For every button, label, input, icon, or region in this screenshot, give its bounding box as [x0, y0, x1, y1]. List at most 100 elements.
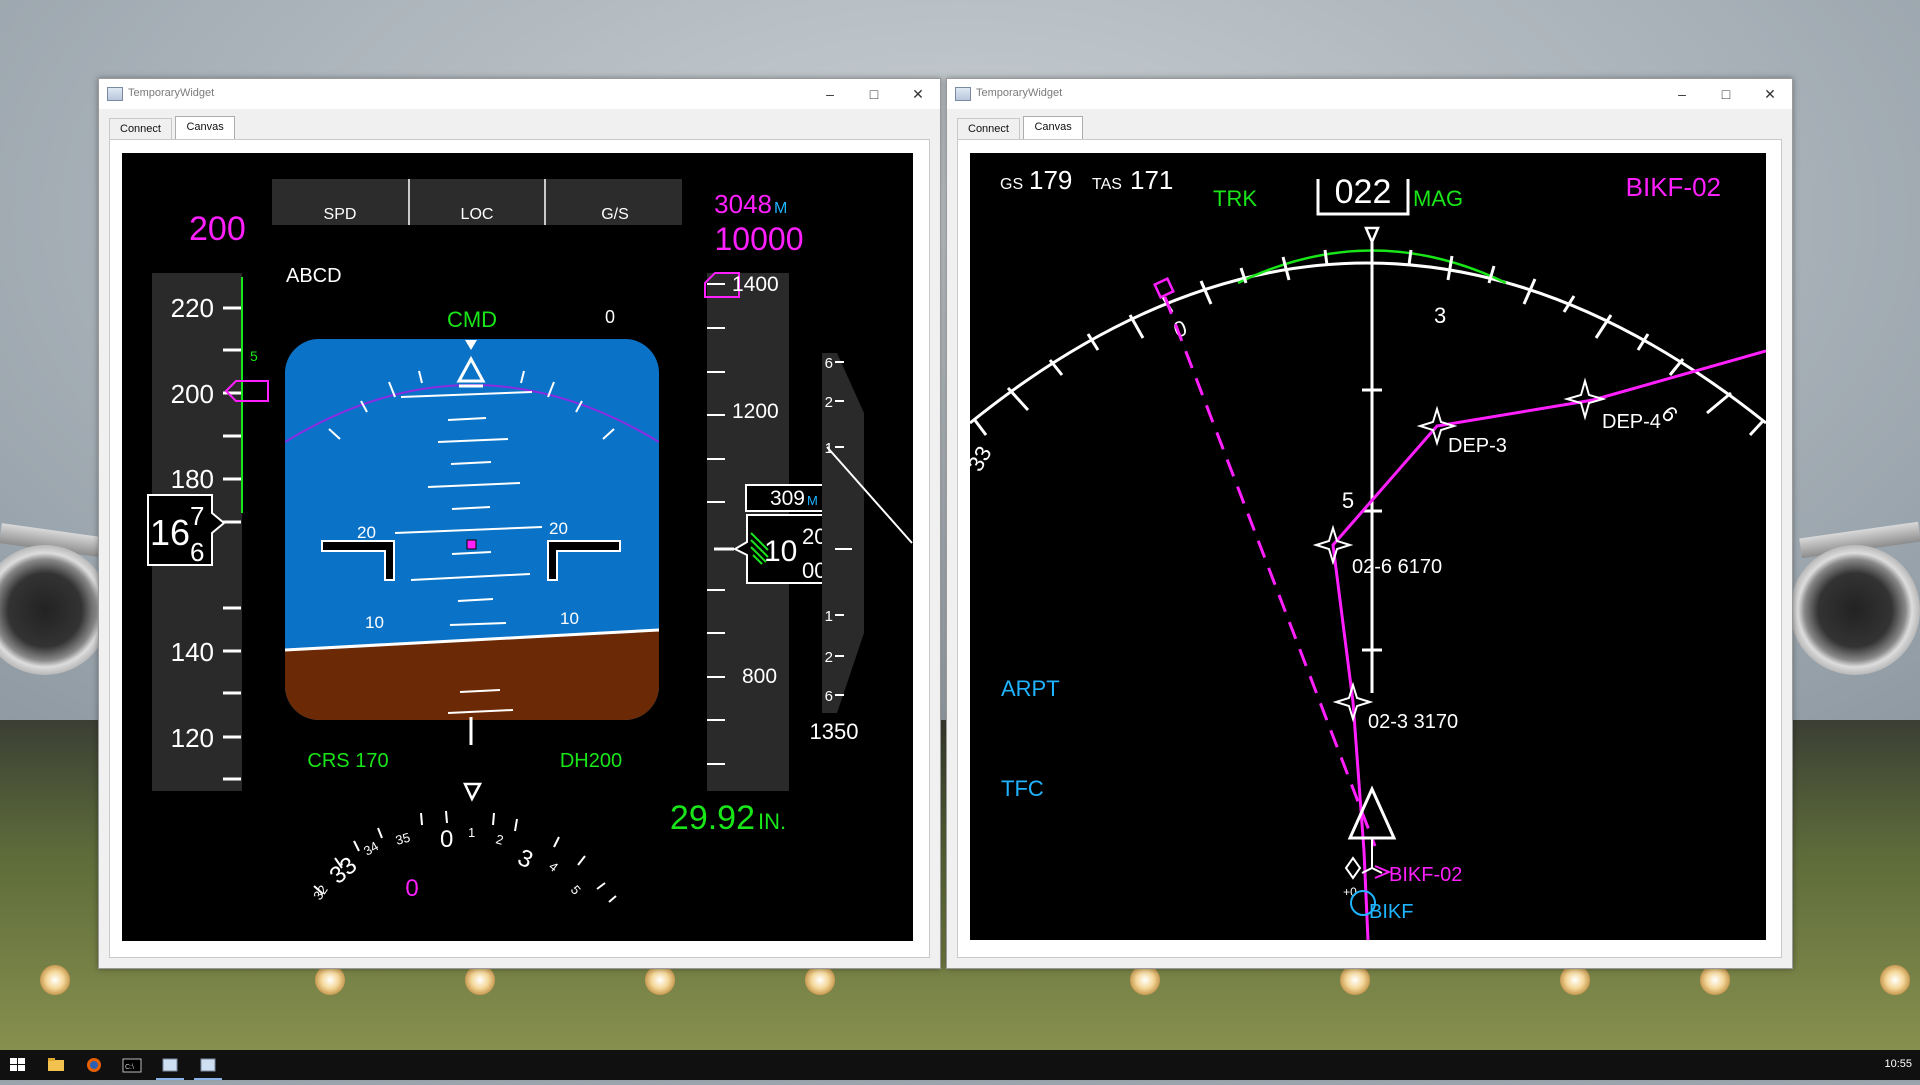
wallpaper-runway-light [1340, 965, 1370, 995]
close-button[interactable]: ✕ [1748, 79, 1792, 109]
arpt-toggle[interactable]: ARPT [1001, 676, 1060, 701]
wallpaper-runway-light [40, 965, 70, 995]
file-explorer-button[interactable] [38, 1050, 74, 1080]
pitch-label-bottom: 10 [562, 725, 581, 744]
navigation-display: GS 179 TAS 171 TRK 022 MAG BIKF-02 33 0 … [963, 165, 1767, 941]
minimize-button[interactable]: – [1660, 79, 1704, 109]
true-airspeed-label: TAS [1092, 176, 1122, 193]
range-label: 5 [1342, 488, 1354, 513]
waypoint-label: DEP-3 [1448, 435, 1507, 457]
widget-window-button[interactable] [190, 1050, 226, 1080]
wallpaper-runway-light [645, 965, 675, 995]
maximize-button[interactable]: □ [852, 79, 896, 109]
wallpaper-runway-light [1700, 965, 1730, 995]
tab-canvas[interactable]: Canvas [1023, 116, 1083, 139]
vs-tick-label: 6 [825, 355, 833, 372]
baro-unit: IN. [758, 809, 786, 834]
flight-plan-route [1331, 349, 1767, 941]
tfc-toggle[interactable]: TFC [1001, 776, 1044, 801]
vs-tick-label: 2 [825, 649, 833, 666]
vs-tick-label: 2 [825, 394, 833, 411]
heading-label: 33 [325, 852, 363, 890]
terminal-button[interactable]: C:\ [114, 1050, 150, 1080]
altitude-tick-label: 1200 [732, 400, 779, 423]
mag-label: MAG [1413, 186, 1463, 211]
airport-label: BIKF [1369, 901, 1413, 923]
tab-canvas[interactable]: Canvas [175, 116, 235, 139]
fma-speed-mode: SPD [324, 206, 357, 223]
compass-label: 3 [1434, 303, 1446, 328]
close-button[interactable]: ✕ [896, 79, 940, 109]
app-window-icon [200, 1058, 216, 1072]
vor-diamond [1344, 856, 1362, 880]
tab-connect[interactable]: Connect [109, 118, 172, 139]
vs-tick-label: 6 [825, 688, 833, 705]
heading-label: 32 [310, 882, 331, 902]
track-value: 022 [1335, 173, 1392, 211]
app-window-icon [162, 1058, 178, 1072]
wallpaper-engine-right [1790, 545, 1920, 675]
wallpaper-runway-light [1560, 965, 1590, 995]
selected-speed: 200 [189, 210, 246, 248]
flight-identifier: ABCD [286, 265, 342, 287]
speed-tick-label: 180 [171, 464, 214, 494]
heading-label: 3 [513, 844, 537, 874]
maximize-button[interactable]: □ [1704, 79, 1748, 109]
svg-text:C:\: C:\ [125, 1064, 134, 1071]
waypoint-label: BIKF-02 [1389, 864, 1462, 886]
compass-ticks [972, 249, 1765, 437]
minimize-button[interactable]: – [808, 79, 852, 109]
wallpaper-runway-light [1880, 965, 1910, 995]
nd-window[interactable]: TemporaryWidget – □ ✕ Connect Canvas GS … [946, 78, 1793, 969]
pitch-label-right: 20 [549, 519, 568, 538]
system-clock[interactable]: 10:55 [1884, 1058, 1912, 1070]
start-button[interactable] [0, 1050, 36, 1080]
primary-flight-display: 200 SPD LOC G/S ABCD CMD 0 3048 M 10000 … [147, 179, 913, 903]
tab-bar: Connect Canvas [109, 109, 940, 139]
title-bar[interactable]: TemporaryWidget – □ ✕ [99, 79, 940, 109]
taskbar: C:\ 10:55 [0, 1050, 1920, 1080]
pitch-label-left: 20 [357, 523, 376, 542]
heading-bug [1153, 277, 1175, 299]
pitch-label-right: 10 [560, 609, 579, 628]
nd-canvas[interactable]: GS 179 TAS 171 TRK 022 MAG BIKF-02 33 0 … [963, 153, 1767, 941]
wallpaper-runway-light [465, 965, 495, 995]
tab-connect[interactable]: Connect [957, 118, 1020, 139]
heading-label: 4 [546, 859, 561, 875]
window-title: TemporaryWidget [976, 87, 1063, 99]
waypoint-label: 02-3 3170 [1368, 711, 1458, 733]
heading-label: 35 [394, 830, 412, 848]
compass-arc [969, 261, 1767, 425]
speed-tick-label: 200 [171, 379, 214, 409]
altitude-tick-label: 1400 [732, 273, 779, 296]
active-waypoint: BIKF-02 [1626, 172, 1721, 202]
current-speed-roll-top: 7 [190, 501, 204, 531]
compass-label: 33 [970, 442, 997, 476]
current-speed-roll-bottom: 6 [190, 537, 204, 567]
firefox-icon [87, 1058, 101, 1072]
pfd-window[interactable]: TemporaryWidget – □ ✕ Connect Canvas 200… [98, 78, 941, 969]
speed-tick-label: 140 [171, 637, 214, 667]
target-altitude-meter-unit: M [774, 200, 787, 217]
current-altitude-meter-unit: M [807, 493, 818, 508]
heading-label: 5 [568, 882, 584, 897]
altitude-tick-label: 800 [742, 665, 777, 688]
wallpaper-runway-light [1130, 965, 1160, 995]
windows-logo-icon [10, 1058, 25, 1071]
decision-height: DH200 [560, 750, 622, 772]
fma-vertical-mode: G/S [601, 206, 629, 223]
baro-setting: 29.92 [670, 799, 755, 837]
bank-readout: 0 [605, 307, 615, 327]
title-bar[interactable]: TemporaryWidget – □ ✕ [947, 79, 1792, 109]
waypoint-label: DEP-4 [1602, 411, 1661, 433]
current-altitude-meters: 309 [770, 487, 805, 510]
pfd-canvas[interactable]: 200 SPD LOC G/S ABCD CMD 0 3048 M 10000 … [122, 153, 913, 941]
speed-tick-label: 120 [171, 723, 214, 753]
widget-window-button[interactable] [152, 1050, 188, 1080]
groundspeed-value: 179 [1029, 165, 1072, 195]
heading-pointer [463, 782, 483, 802]
target-altitude-meters: 3048 [714, 189, 772, 219]
heading-label: 2 [494, 831, 505, 847]
fma-lateral-mode: LOC [461, 206, 494, 223]
firefox-button[interactable] [76, 1050, 112, 1080]
